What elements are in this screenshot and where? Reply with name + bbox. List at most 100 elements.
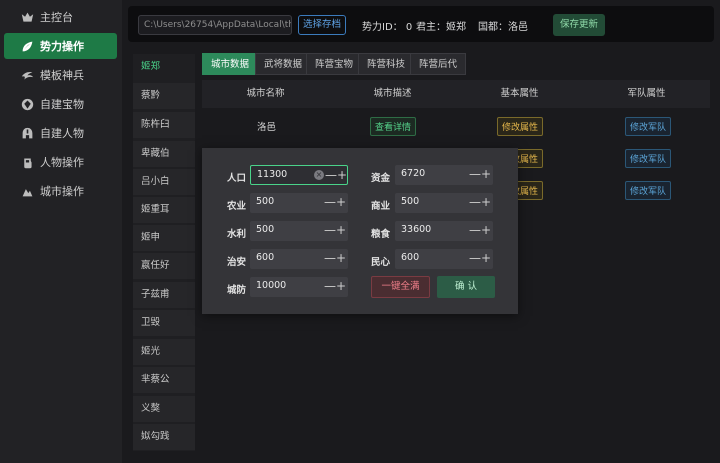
faction-list-item[interactable]: 嬴任好 (133, 253, 195, 279)
nav-item-template-weapons[interactable]: 模板神兵 (4, 62, 117, 88)
fill-all-button[interactable]: 一键全满 (371, 276, 430, 298)
decrement-button[interactable]: — (324, 195, 336, 209)
agriculture-input[interactable]: 500 — + (250, 193, 348, 213)
faction-list-item[interactable]: 陈杵臼 (133, 112, 195, 138)
edit-army-button[interactable]: 修改军队 (625, 149, 672, 168)
nav-item-console[interactable]: 主控台 (4, 4, 117, 30)
decrement-button[interactable]: — (324, 251, 336, 265)
field-value: 10000 (256, 280, 287, 291)
field-label-defense: 城防 (227, 285, 247, 296)
nav-item-person-ops[interactable]: 人物操作 (4, 149, 117, 175)
nav-item-label: 主控台 (40, 11, 73, 24)
decrement-button[interactable]: — (324, 223, 336, 237)
increment-button[interactable]: + (481, 223, 491, 237)
increment-button[interactable]: + (337, 168, 347, 182)
faction-list-item[interactable]: 芈蔡公 (133, 367, 195, 393)
nav-item-label: 自建宝物 (40, 98, 84, 111)
decrement-button[interactable]: — (469, 167, 481, 181)
increment-button[interactable]: + (336, 279, 346, 293)
field-label-population: 人口 (227, 173, 247, 184)
edit-basic-button[interactable]: 修改属性 (497, 117, 544, 136)
faction-list-item[interactable]: 姬光 (133, 339, 195, 365)
tab-faction-tech[interactable]: 阵营科技 (358, 53, 415, 75)
column-header: 军队属性 (627, 88, 666, 99)
defense-input[interactable]: 10000 — + (250, 277, 348, 297)
nav-item-city-ops[interactable]: 城市操作 (4, 178, 117, 204)
tab-city-data[interactable]: 城市数据 (202, 53, 259, 75)
faction-list-item[interactable]: 子兹甫 (133, 282, 195, 308)
city-name-cell: 洛邑 (257, 122, 277, 133)
column-header: 城市描述 (373, 88, 412, 99)
increment-button[interactable]: + (481, 195, 491, 209)
nav-item-label: 势力操作 (40, 40, 84, 53)
increment-button[interactable]: + (481, 251, 491, 265)
irrigation-input[interactable]: 500 — + (250, 221, 348, 241)
field-label-morale: 民心 (371, 257, 391, 268)
nav-item-faction-ops[interactable]: 势力操作 (4, 33, 117, 59)
decrement-button[interactable]: — (325, 168, 337, 182)
top-bar: C:\Users\26754\AppData\Local\thre... 选择存… (128, 6, 714, 42)
table-header: 城市名称 城市描述 基本属性 军队属性 (202, 80, 710, 108)
clear-icon[interactable]: × (314, 170, 324, 180)
column-header: 城市名称 (246, 88, 285, 99)
gem-icon (20, 97, 34, 111)
field-label-agriculture: 农业 (227, 201, 247, 212)
decrement-button[interactable]: — (469, 223, 481, 237)
tab-general-data[interactable]: 武将数据 (255, 53, 312, 75)
faction-list-item[interactable]: 义獒 (133, 396, 195, 422)
faction-list-item[interactable]: 姬郑 (133, 54, 195, 80)
faction-id-label: 势力ID： 0 (362, 22, 413, 33)
increment-button[interactable]: + (336, 195, 346, 209)
decrement-button[interactable]: — (469, 251, 481, 265)
edit-army-button[interactable]: 修改军队 (625, 181, 672, 200)
funds-input[interactable]: 6720 — + (395, 165, 493, 185)
faction-list-item[interactable]: 卑藏伯 (133, 141, 195, 167)
field-value: 500 (401, 196, 420, 207)
increment-button[interactable]: + (336, 223, 346, 237)
view-detail-button[interactable]: 查看详情 (370, 117, 417, 136)
field-value: 600 (401, 252, 420, 263)
field-value: 500 (256, 196, 275, 207)
security-input[interactable]: 600 — + (250, 249, 348, 269)
nav-item-custom-person[interactable]: 自建人物 (4, 120, 117, 146)
city-icon (20, 184, 34, 198)
food-input[interactable]: 33600 — + (395, 221, 493, 241)
commerce-input[interactable]: 500 — + (395, 193, 493, 213)
faction-list-item[interactable]: 蔡黔 (133, 83, 195, 109)
morale-input[interactable]: 600 — + (395, 249, 493, 269)
field-label-food: 粮食 (371, 229, 391, 240)
helmet-icon (20, 126, 34, 140)
increment-button[interactable]: + (336, 251, 346, 265)
dragon-icon (20, 68, 34, 82)
faction-list-item[interactable]: 姬重耳 (133, 197, 195, 223)
faction-list-item[interactable]: 卫毁 (133, 310, 195, 336)
leaf-icon (20, 39, 34, 53)
nav-item-label: 自建人物 (40, 127, 84, 140)
save-update-button[interactable]: 保存更新 (553, 14, 605, 36)
select-save-button[interactable]: 选择存档 (298, 15, 346, 35)
field-value: 6720 (401, 168, 426, 179)
confirm-button[interactable]: 确 认 (437, 276, 495, 298)
save-path-field[interactable]: C:\Users\26754\AppData\Local\thre... (138, 15, 292, 35)
faction-list-item[interactable]: 姒勾践 (133, 424, 195, 450)
faction-list-item[interactable]: 吕小白 (133, 169, 195, 195)
nav-item-custom-treasure[interactable]: 自建宝物 (4, 91, 117, 117)
tab-faction-descendants[interactable]: 阵营后代 (410, 53, 467, 75)
field-label-security: 治安 (227, 257, 247, 268)
population-input[interactable]: 11300 × — + (250, 165, 348, 185)
faction-list-item[interactable]: 姬申 (133, 225, 195, 251)
decrement-button[interactable]: — (324, 279, 336, 293)
edit-army-button[interactable]: 修改军队 (625, 117, 672, 136)
nav-item-label: 模板神兵 (40, 69, 84, 82)
fist-icon (20, 155, 34, 169)
decrement-button[interactable]: — (469, 195, 481, 209)
increment-button[interactable]: + (481, 167, 491, 181)
lord-label: 君主：姬郑 (416, 22, 466, 33)
field-label-irrigation: 水利 (227, 229, 247, 240)
capital-label: 国都：洛邑 (478, 22, 528, 33)
field-value: 600 (256, 252, 275, 263)
tab-faction-treasure[interactable]: 阵营宝物 (306, 53, 363, 75)
faction-list: 姬郑 蔡黔 陈杵臼 卑藏伯 吕小白 姬重耳 姬申 嬴任好 子兹甫 卫毁 姬光 芈… (133, 54, 195, 451)
nav-item-label: 人物操作 (40, 156, 84, 169)
edit-attributes-dialog: 人口 11300 × — + 农业 500 — + 水利 500 — + 治安 … (202, 148, 518, 314)
